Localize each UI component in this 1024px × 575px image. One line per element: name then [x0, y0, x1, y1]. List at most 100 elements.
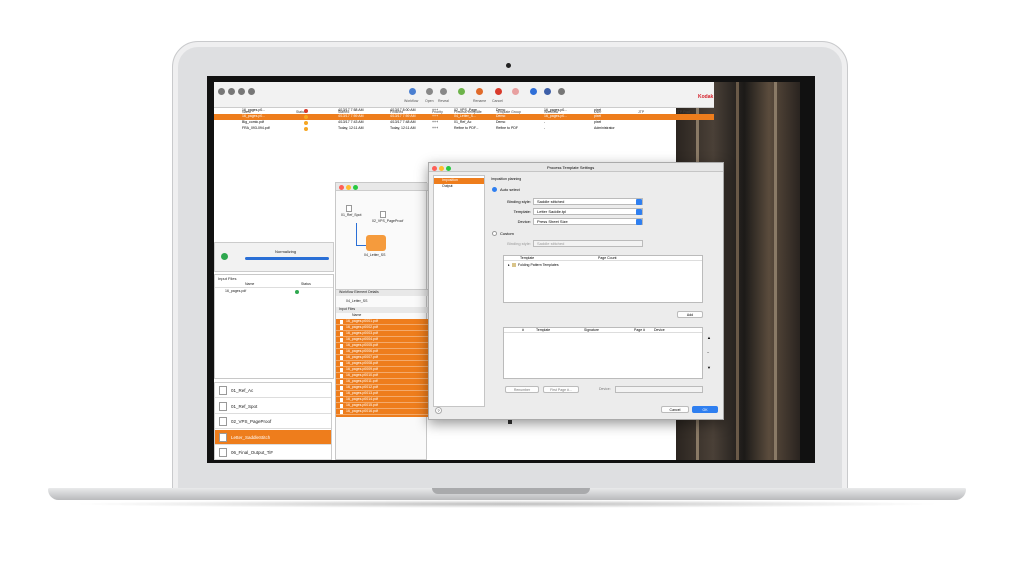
back-icon[interactable]	[218, 88, 225, 95]
template-select[interactable]: Letter Saddle.tpl	[533, 208, 643, 215]
template-item[interactable]: 02_VPS_PageProof	[215, 414, 331, 429]
file-icon	[340, 350, 343, 354]
job-group: Demo	[496, 114, 506, 118]
minimize-icon[interactable]	[346, 184, 351, 190]
job-template: Refine to PDF...	[454, 126, 479, 130]
details-item: 04_Letter_SS	[346, 299, 368, 303]
minimize-icon[interactable]	[439, 166, 444, 171]
file-name: 16_pages.p0016.pdf	[346, 409, 378, 413]
move-down-icon[interactable]: ▼	[707, 365, 711, 370]
template-label: Template:	[513, 209, 531, 214]
status-dot	[304, 127, 308, 131]
node-selected[interactable]	[366, 235, 386, 251]
auto-select-radio[interactable]	[492, 187, 497, 192]
custom-label: Custom	[500, 231, 514, 236]
job-started: 4/13/17 7:59 AM	[338, 114, 364, 118]
green-icon[interactable]	[458, 88, 465, 95]
template-label: 01_Ref_Ac	[231, 388, 254, 393]
cancel-icon[interactable]	[495, 88, 502, 95]
facebook-icon[interactable]	[544, 88, 551, 95]
input-files-header: Name Status	[215, 282, 333, 288]
ok-button[interactable]: OK	[692, 406, 718, 413]
info-icon[interactable]	[530, 88, 537, 95]
cursor	[508, 420, 512, 424]
file-name: 16_pages.p0014.pdf	[346, 397, 378, 401]
renumber-button[interactable]: Renumber	[505, 386, 539, 393]
reveal-icon[interactable]	[440, 88, 447, 95]
custom-binding-select[interactable]: Saddle stitched	[533, 240, 643, 247]
job-name: Big_comic.pdf	[242, 120, 264, 124]
node-icon[interactable]	[346, 205, 352, 212]
remove-icon[interactable]: −	[707, 350, 709, 355]
first-page-button[interactable]: First Page #...	[543, 386, 579, 393]
job-group: Demo	[496, 120, 506, 124]
close-icon[interactable]	[432, 166, 437, 171]
job-workflow: -	[544, 126, 546, 130]
workflow-label: Workflow	[404, 99, 419, 103]
help-button[interactable]: ?	[435, 407, 442, 414]
file-name: 16_pages.p0005.pdf	[346, 343, 378, 347]
dialog-titlebar: Process Template Settings	[429, 163, 723, 172]
workflow-icon[interactable]	[409, 88, 416, 95]
input-files-left: Input Files Name Status 16_pages.pdf	[214, 274, 334, 379]
input-files-title: Input Files	[218, 276, 237, 281]
camera-dot	[506, 63, 511, 68]
template-item[interactable]: 01_Ref_Ac	[215, 383, 331, 398]
cancel-button[interactable]: Cancel	[661, 406, 689, 413]
view-icon[interactable]	[238, 88, 245, 95]
cancel-label: Cancel	[492, 99, 503, 103]
photo-rail	[774, 82, 777, 460]
template-item[interactable]: 01_Ref_Spot	[215, 399, 331, 414]
template-label: 02_VPS_PageProof	[231, 419, 272, 424]
template-label: 06_Final_Output_TiF	[231, 450, 274, 455]
status-dot	[304, 109, 308, 113]
job-template: 04_Letter_S...	[454, 114, 476, 118]
file-name: 16_pages.p0006.pdf	[346, 349, 378, 353]
template-tree: Template Page Count ▸ Folding Pattern Te…	[503, 255, 703, 303]
template-list: 01_Ref_Ac 01_Ref_Spot 02_VPS_PageProof Lett…	[214, 382, 332, 460]
open-icon[interactable]	[426, 88, 433, 95]
node-label: 01_Ref_Spot	[341, 213, 362, 217]
settings-icon[interactable]	[558, 88, 565, 95]
node-label: 02_VPS_PageProof	[372, 219, 404, 223]
binding-select[interactable]: Saddle stitched	[533, 198, 643, 205]
rename-icon[interactable]	[476, 88, 483, 95]
tree-item[interactable]: Folding Pattern Templates	[518, 263, 559, 267]
template-value: Letter Saddle.tpl	[537, 209, 567, 214]
custom-radio[interactable]	[492, 231, 497, 236]
pdf-icon	[219, 448, 227, 457]
chevron-right-icon[interactable]: ▸	[508, 263, 510, 267]
job-row[interactable]: FRA_093-094.pdf Today, 12:11 AM Today, 12:…	[214, 126, 714, 132]
file-name: 16_pages.p0008.pdf	[346, 361, 378, 365]
progress-bar	[245, 257, 329, 260]
refresh-icon[interactable]	[248, 88, 255, 95]
file-name: 16_pages.p0010.pdf	[346, 373, 378, 377]
device-select[interactable]: Press Sheet Size	[533, 218, 643, 225]
zoom-icon[interactable]	[353, 184, 358, 190]
template-label: 01_Ref_Spot	[231, 403, 258, 409]
template-item[interactable]: 06_Final_Output_TiF	[215, 445, 331, 460]
template-item[interactable]: Letter_SaddleStitch	[215, 429, 331, 445]
move-up-icon[interactable]: ▲	[707, 335, 711, 340]
forward-icon[interactable]	[228, 88, 235, 95]
file-icon	[340, 404, 343, 408]
job-priority: +++	[432, 114, 439, 118]
progress-panel: Normalizing	[214, 242, 334, 272]
workflow-panel: 01_Ref_Spot 02_VPS_PageProof 04_Letter_S…	[335, 182, 496, 460]
col-template: Template	[536, 328, 551, 332]
close-icon[interactable]	[339, 184, 344, 190]
job-name: 16_pages.p0...	[242, 114, 266, 118]
nav-output[interactable]: Output	[434, 184, 484, 190]
stop-icon[interactable]	[512, 88, 519, 95]
input-file-row[interactable]: 16_pages.pdf	[217, 289, 331, 295]
job-priority: +++	[432, 120, 439, 124]
chevron-down-icon	[636, 199, 642, 205]
device2-select[interactable]	[615, 386, 703, 393]
zoom-icon[interactable]	[446, 166, 451, 171]
device-value: Press Sheet Size	[537, 219, 568, 224]
col-status: Status	[301, 282, 311, 286]
node-icon[interactable]	[380, 211, 386, 218]
status-dot	[304, 121, 308, 125]
job-group: Demo	[496, 108, 506, 112]
add-button[interactable]: Add	[677, 311, 703, 318]
